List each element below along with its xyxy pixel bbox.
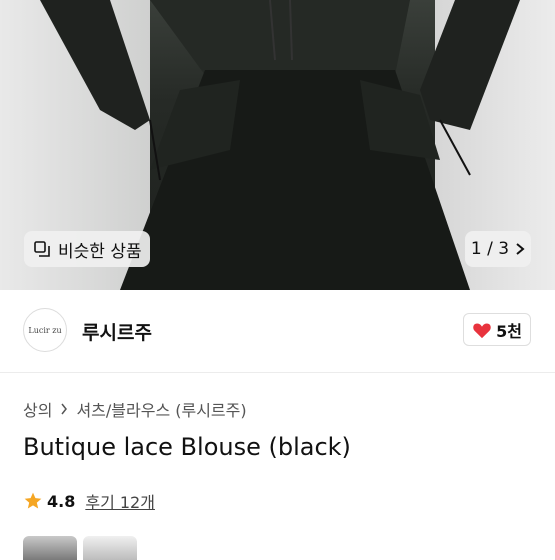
breadcrumb-subcategory[interactable]: 셔츠/블라우스 (루시르주) bbox=[76, 397, 246, 421]
rating-score: 4.8 bbox=[47, 491, 76, 511]
shop-name[interactable]: 루시르주 bbox=[82, 318, 152, 345]
similar-products-label: 비슷한 상품 bbox=[58, 241, 142, 262]
shop-logo-text: Lucir zu bbox=[28, 325, 62, 335]
image-pager[interactable]: 1 / 3 bbox=[465, 231, 531, 267]
rating: 4.8 후기 12개 bbox=[23, 489, 155, 513]
breadcrumb-category[interactable]: 상의 bbox=[23, 397, 52, 421]
product-title: Butique lace Blouse (black) bbox=[23, 433, 351, 461]
like-count: 5천 bbox=[496, 321, 522, 341]
thumbnail[interactable] bbox=[23, 536, 77, 560]
pager-text: 1 / 3 bbox=[470, 239, 510, 259]
breadcrumb: 상의 셔츠/블라우스 (루시르주) bbox=[23, 397, 247, 421]
similar-items-icon bbox=[34, 241, 50, 257]
like-button[interactable]: 5천 bbox=[463, 313, 531, 346]
product-image[interactable]: 비슷한 상품 1 / 3 bbox=[0, 0, 555, 290]
similar-products-button[interactable]: 비슷한 상품 bbox=[24, 231, 150, 267]
shop-logo[interactable]: Lucir zu bbox=[23, 308, 67, 352]
chevron-right-icon bbox=[516, 243, 525, 255]
thumbnail[interactable] bbox=[83, 536, 137, 560]
star-icon bbox=[24, 492, 42, 509]
chevron-right-icon bbox=[61, 403, 68, 415]
reviews-link[interactable]: 후기 12개 bbox=[85, 489, 155, 513]
heart-icon bbox=[473, 322, 491, 338]
